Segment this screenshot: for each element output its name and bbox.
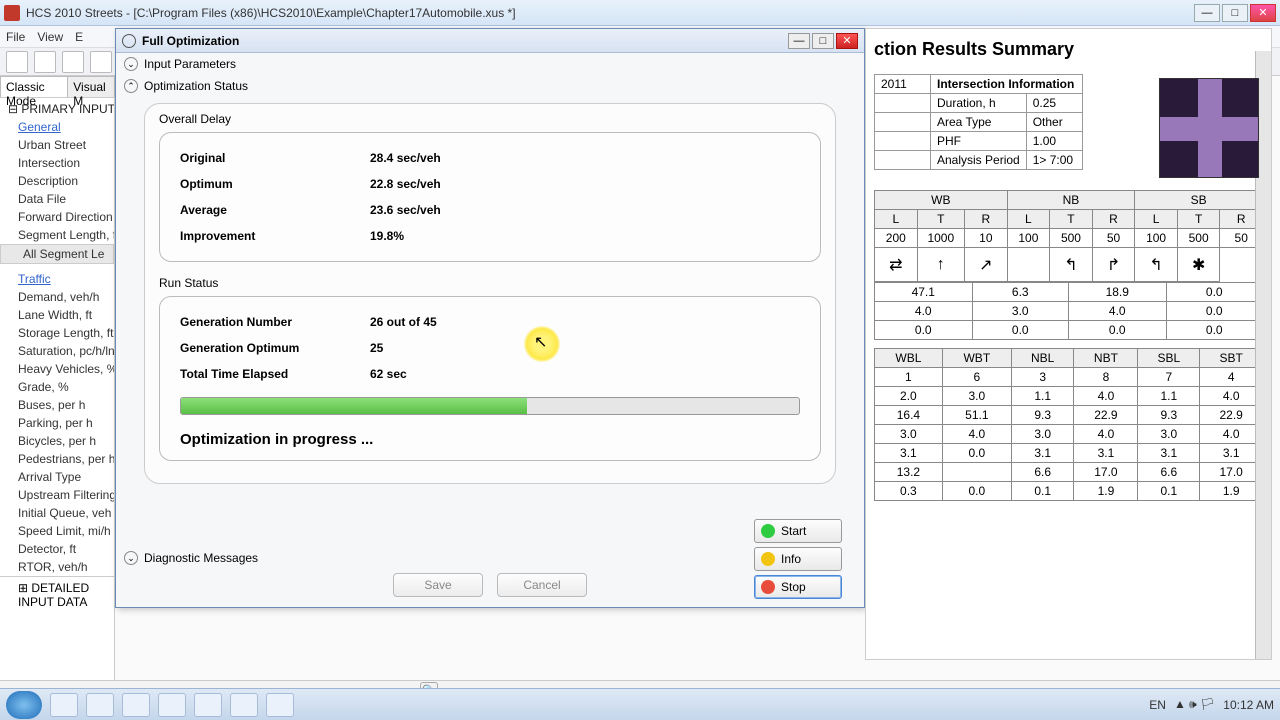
taskbar-explorer[interactable] — [122, 693, 150, 717]
tree-traffic-item[interactable]: Upstream Filtering (I) — [0, 486, 114, 504]
tool-new[interactable] — [6, 51, 28, 73]
tree-traffic-item[interactable]: Pedestrians, per h — [0, 450, 114, 468]
window-title: HCS 2010 Streets - [C:\Program Files (x8… — [26, 6, 1194, 20]
start-button[interactable]: Start — [754, 519, 842, 543]
tool-open[interactable] — [34, 51, 56, 73]
tree-traffic-item[interactable]: Arrival Type — [0, 468, 114, 486]
main-titlebar: HCS 2010 Streets - [C:\Program Files (x8… — [0, 0, 1280, 26]
maximize-button[interactable]: □ — [1222, 4, 1248, 22]
run-status-box: Generation Number26 out of 45Generation … — [159, 296, 821, 461]
movement-table: WBLWBTNBLNBTSBLSBT 1638742.03.01.14.01.1… — [874, 348, 1263, 501]
dialog-title: Full Optimization — [142, 34, 786, 48]
tree-general[interactable]: General — [0, 118, 114, 136]
dialog-maximize[interactable]: □ — [812, 33, 834, 49]
tree-forward-direction[interactable]: Forward Direction — [0, 208, 114, 226]
tree-traffic-item[interactable]: RTOR, veh/h — [0, 558, 114, 576]
section-input-parameters[interactable]: ⌄ Input Parameters — [116, 53, 864, 75]
section-optimization-status[interactable]: ⌃ Optimization Status — [116, 75, 864, 97]
tree-traffic-item[interactable]: Saturation, pc/h/ln — [0, 342, 114, 360]
info-button[interactable]: Info — [754, 547, 842, 571]
tree-traffic-item[interactable]: Lane Width, ft — [0, 306, 114, 324]
metrics-table: 47.16.318.90.04.03.04.00.00.00.00.00.0 — [874, 282, 1263, 340]
tool-print[interactable] — [90, 51, 112, 73]
dialog-close[interactable]: ✕ — [836, 33, 858, 49]
menu-e[interactable]: E — [75, 30, 83, 44]
left-panel: Classic Mode Visual M ⊟ PRIMARY INPUT Ge… — [0, 76, 115, 680]
chevron-up-icon: ⌃ — [124, 79, 138, 93]
tree-all-segment[interactable]: All Segment Le — [0, 244, 114, 264]
tree-traffic-item[interactable]: Storage Length, ft — [0, 324, 114, 342]
chevron-down-icon: ⌄ — [124, 57, 138, 71]
system-tray[interactable]: EN ▲ 🕪 🏳 10:12 AM — [1149, 697, 1274, 712]
tree-description[interactable]: Description — [0, 172, 114, 190]
dialog-icon — [122, 34, 136, 48]
tree-data-file[interactable]: Data File — [0, 190, 114, 208]
start-button-windows[interactable] — [6, 691, 42, 719]
overall-delay-title: Overall Delay — [159, 112, 821, 126]
taskbar-app3[interactable] — [230, 693, 258, 717]
tree-traffic-item[interactable]: Bicycles, per h — [0, 432, 114, 450]
taskbar-app2[interactable] — [158, 693, 186, 717]
full-optimization-dialog: Full Optimization — □ ✕ ⌄ Input Paramete… — [115, 28, 865, 608]
tree-traffic[interactable]: Traffic — [0, 270, 114, 288]
run-status-title: Run Status — [159, 276, 821, 290]
tree-urban-street[interactable]: Urban Street — [0, 136, 114, 154]
results-header: ction Results Summary — [866, 29, 1271, 70]
tool-save[interactable] — [62, 51, 84, 73]
tree-traffic-item[interactable]: Grade, % — [0, 378, 114, 396]
results-panel: ction Results Summary 2011Intersection I… — [865, 28, 1272, 660]
taskbar-hcs[interactable] — [266, 693, 294, 717]
intersection-diagram — [1159, 78, 1259, 178]
app-icon — [4, 5, 20, 21]
close-button[interactable]: ✕ — [1250, 4, 1276, 22]
tree-traffic-item[interactable]: Detector, ft — [0, 540, 114, 558]
overall-delay-box: Original28.4 sec/vehOptimum22.8 sec/vehA… — [159, 132, 821, 262]
tree-traffic-item[interactable]: Parking, per h — [0, 414, 114, 432]
section-diagnostic-messages[interactable]: ⌄ Diagnostic Messages — [124, 551, 258, 565]
progress-bar — [180, 397, 800, 415]
tree-traffic-item[interactable]: Heavy Vehicles, % — [0, 360, 114, 378]
minimize-button[interactable]: — — [1194, 4, 1220, 22]
tree-traffic-item[interactable]: Speed Limit, mi/h — [0, 522, 114, 540]
menu-view[interactable]: View — [37, 30, 63, 44]
approach-table: WBNBSB LTRLTRLTR 20010001010050050100500… — [874, 190, 1263, 282]
tree-intersection[interactable]: Intersection — [0, 154, 114, 172]
chevron-down-icon: ⌄ — [124, 551, 138, 565]
progress-message: Optimization in progress ... — [180, 431, 800, 448]
taskbar-app1[interactable] — [86, 693, 114, 717]
tree-segment-length[interactable]: Segment Length, ft — [0, 226, 114, 244]
tree-primary-input[interactable]: ⊟ PRIMARY INPUT — [0, 100, 114, 118]
tree-traffic-item[interactable]: Buses, per h — [0, 396, 114, 414]
taskbar-excel[interactable] — [194, 693, 222, 717]
tree-traffic-item[interactable]: Demand, veh/h — [0, 288, 114, 306]
tab-classic-mode[interactable]: Classic Mode — [0, 76, 68, 97]
save-button[interactable]: Save — [393, 573, 483, 597]
dialog-minimize[interactable]: — — [788, 33, 810, 49]
tree-detailed-input[interactable]: ⊞ DETAILED INPUT DATA — [0, 576, 114, 613]
menu-file[interactable]: File — [6, 30, 25, 44]
nav-tree: ⊟ PRIMARY INPUT General Urban Street Int… — [0, 98, 114, 680]
intersection-info-table: 2011Intersection Information Duration, h… — [874, 74, 1083, 170]
taskbar: EN ▲ 🕪 🏳 10:12 AM — [0, 688, 1280, 720]
tab-visual-mode[interactable]: Visual M — [67, 76, 115, 97]
cancel-button[interactable]: Cancel — [497, 573, 587, 597]
taskbar-ie[interactable] — [50, 693, 78, 717]
tree-traffic-item[interactable]: Initial Queue, veh — [0, 504, 114, 522]
